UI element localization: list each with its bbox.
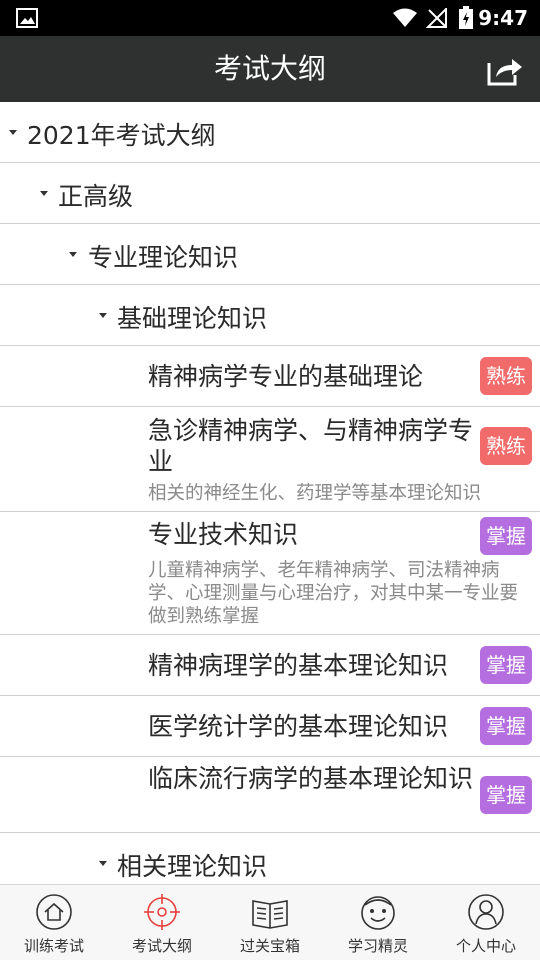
tab-study-sprite[interactable]: 学习精灵 [324, 885, 432, 961]
caret-down-icon [69, 252, 77, 257]
smiley-icon [361, 896, 395, 930]
level-badge: 熟练 [480, 357, 532, 395]
level-badge: 掌握 [480, 707, 532, 745]
item-description: 相关的神经生化、药理学等基本理论知识 [148, 483, 482, 504]
item-name: 精神病学专业的基础理论 [148, 362, 424, 391]
battery-icon [459, 6, 473, 29]
caret-down-icon [9, 130, 17, 135]
tree-node-label: 2021年考试大纲 [27, 121, 216, 150]
list-item[interactable]: 临床流行病学的基本理论知识 掌握 [0, 757, 540, 833]
caret-down-icon [40, 191, 48, 196]
item-name: 精神病理学的基本理论知识 [148, 651, 449, 680]
image-icon [16, 8, 38, 28]
tab-treasure-box[interactable]: 过关宝箱 [216, 885, 324, 961]
tree-node-label: 正高级 [58, 182, 134, 211]
tab-training-exam[interactable]: 训练考试 [0, 885, 108, 961]
list-item[interactable]: 精神病理学的基本理论知识 掌握 [0, 635, 540, 696]
list-item[interactable]: 医学统计学的基本理论知识 掌握 [0, 696, 540, 757]
share-icon[interactable] [486, 53, 524, 87]
tab-label: 过关宝箱 [239, 937, 300, 955]
bottom-tab-bar: 训练考试 考试大纲 过关宝箱 学习精灵 个人中心 [0, 884, 540, 960]
list-item[interactable]: 急诊精神病学、与精神病学专业 相关的神经生化、药理学等基本理论知识 熟练 [0, 407, 540, 512]
no-signal-icon [426, 8, 447, 28]
tree-node-level1[interactable]: 正高级 [0, 163, 540, 224]
outline-list: 2021年考试大纲 正高级 专业理论知识 基础理论知识 精神病学专业的基础理论 … [0, 102, 540, 884]
item-name: 临床流行病学的基本理论知识 [148, 764, 474, 793]
target-icon [144, 894, 180, 930]
tab-label: 学习精灵 [347, 937, 408, 955]
tree-node-label: 相关理论知识 [117, 852, 268, 881]
tree-node-level3[interactable]: 基础理论知识 [0, 285, 540, 346]
tab-exam-outline[interactable]: 考试大纲 [108, 885, 216, 961]
tree-node-level3b[interactable]: 相关理论知识 [0, 833, 540, 884]
list-item[interactable]: 精神病学专业的基础理论 熟练 [0, 346, 540, 407]
caret-down-icon [99, 861, 107, 866]
level-badge: 掌握 [480, 776, 532, 814]
item-name: 专业技术知识 [148, 520, 299, 549]
level-badge: 掌握 [480, 646, 532, 684]
clock: 9:47 [478, 6, 528, 30]
caret-down-icon [99, 313, 107, 318]
tab-label: 训练考试 [23, 937, 84, 955]
level-badge: 掌握 [480, 517, 532, 555]
item-name: 医学统计学的基本理论知识 [148, 712, 449, 741]
list-item[interactable]: 专业技术知识 儿童精神病学、老年精神病学、司法精神病学、心理测量与心理治疗，对其… [0, 512, 540, 635]
status-bar: 9:47 [0, 0, 540, 36]
book-icon [252, 900, 288, 929]
header-bar: 考试大纲 [0, 36, 540, 102]
item-description: 儿童精神病学、老年精神病学、司法精神病学、心理测量与心理治疗，对其中某一专业要做… [148, 560, 519, 627]
tab-label: 个人中心 [455, 937, 516, 955]
tab-label: 考试大纲 [131, 937, 192, 955]
tree-node-root[interactable]: 2021年考试大纲 [0, 102, 540, 163]
item-name: 急诊精神病学、与精神病学专业 [148, 416, 474, 476]
user-icon [468, 894, 504, 930]
tree-node-label: 基础理论知识 [117, 304, 268, 333]
tab-profile[interactable]: 个人中心 [432, 885, 540, 961]
level-badge: 熟练 [480, 427, 532, 465]
tree-node-level2[interactable]: 专业理论知识 [0, 224, 540, 285]
wifi-icon [393, 8, 417, 27]
tree-node-label: 专业理论知识 [88, 243, 239, 272]
home-icon [36, 894, 72, 930]
page-title: 考试大纲 [213, 52, 326, 85]
